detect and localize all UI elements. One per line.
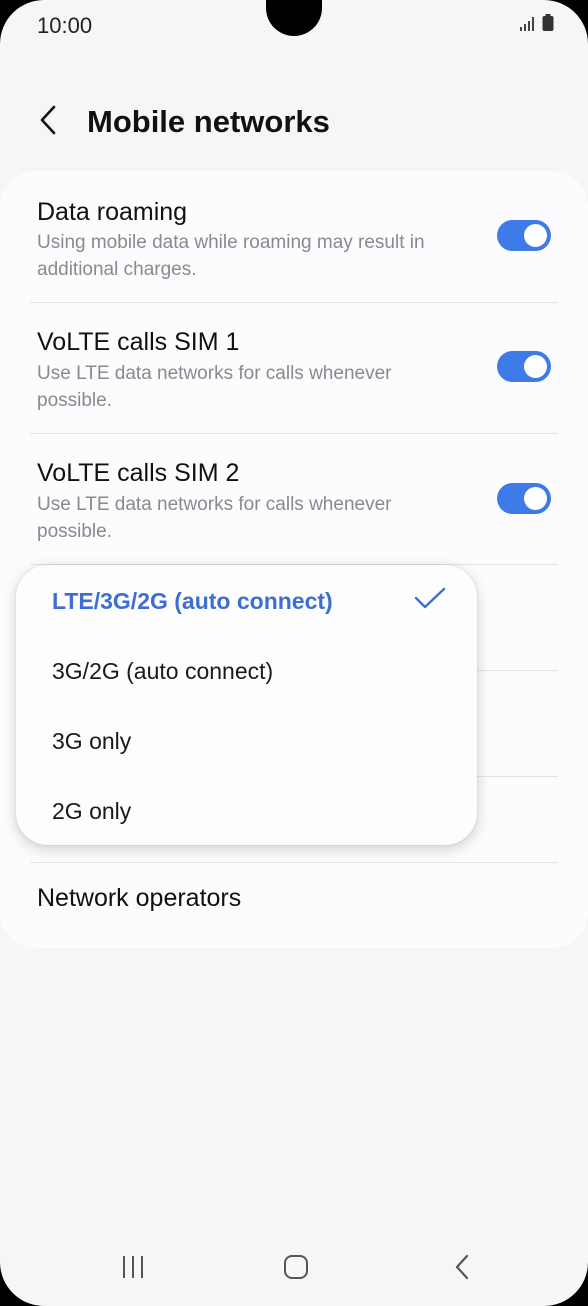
status-icons (520, 14, 554, 36)
setting-title: VoLTE calls SIM 2 (37, 459, 240, 487)
setting-row-network-operators[interactable]: Network operators (0, 863, 588, 948)
setting-row-data-roaming[interactable]: Data roaming Using mobile data while roa… (0, 171, 588, 302)
menu-option-label: LTE/3G/2G (auto connect) (52, 588, 333, 614)
phone-screen: 10:00 Mobile networks Data roaming Using… (0, 0, 588, 1306)
setting-title: Network operators (37, 884, 242, 912)
app-header: Mobile networks (0, 88, 588, 158)
setting-subtitle: Use LTE data networks for calls whenever… (37, 363, 392, 411)
toggle-knob (524, 355, 547, 378)
recents-icon (120, 1255, 146, 1284)
menu-option-3g-only[interactable]: 3G only (52, 728, 131, 755)
volte-sim2-toggle[interactable] (497, 483, 551, 514)
setting-title: VoLTE calls SIM 1 (37, 328, 240, 356)
setting-subtitle: Use LTE data networks for calls whenever… (37, 494, 392, 542)
home-icon (283, 1254, 309, 1285)
page-title: Mobile networks (87, 104, 330, 139)
checkmark-icon (414, 587, 446, 616)
recents-button[interactable] (113, 1254, 153, 1284)
menu-option-2g-only[interactable]: 2G only (52, 798, 131, 825)
home-button[interactable] (276, 1254, 316, 1284)
data-roaming-toggle[interactable] (497, 220, 551, 251)
toggle-knob (524, 224, 547, 247)
navigation-bar (0, 1240, 588, 1300)
menu-option-3g-2g[interactable]: 3G/2G (auto connect) (52, 658, 273, 685)
chevron-left-icon (39, 105, 57, 140)
setting-subtitle: Using mobile data while roaming may resu… (37, 232, 425, 280)
volte-sim1-toggle[interactable] (497, 351, 551, 382)
toggle-knob (524, 487, 547, 510)
signal-icon (520, 17, 536, 36)
setting-row-volte-sim1[interactable]: VoLTE calls SIM 1 Use LTE data networks … (0, 303, 588, 434)
nav-back-button[interactable] (442, 1254, 482, 1284)
setting-title: Data roaming (37, 198, 188, 226)
back-icon (454, 1254, 470, 1285)
setting-row-volte-sim2[interactable]: VoLTE calls SIM 2 Use LTE data networks … (0, 434, 588, 565)
battery-icon (542, 14, 554, 36)
status-time: 10:00 (37, 13, 93, 38)
network-mode-menu: LTE/3G/2G (auto connect) 3G/2G (auto con… (16, 565, 477, 845)
back-button[interactable] (30, 102, 66, 142)
